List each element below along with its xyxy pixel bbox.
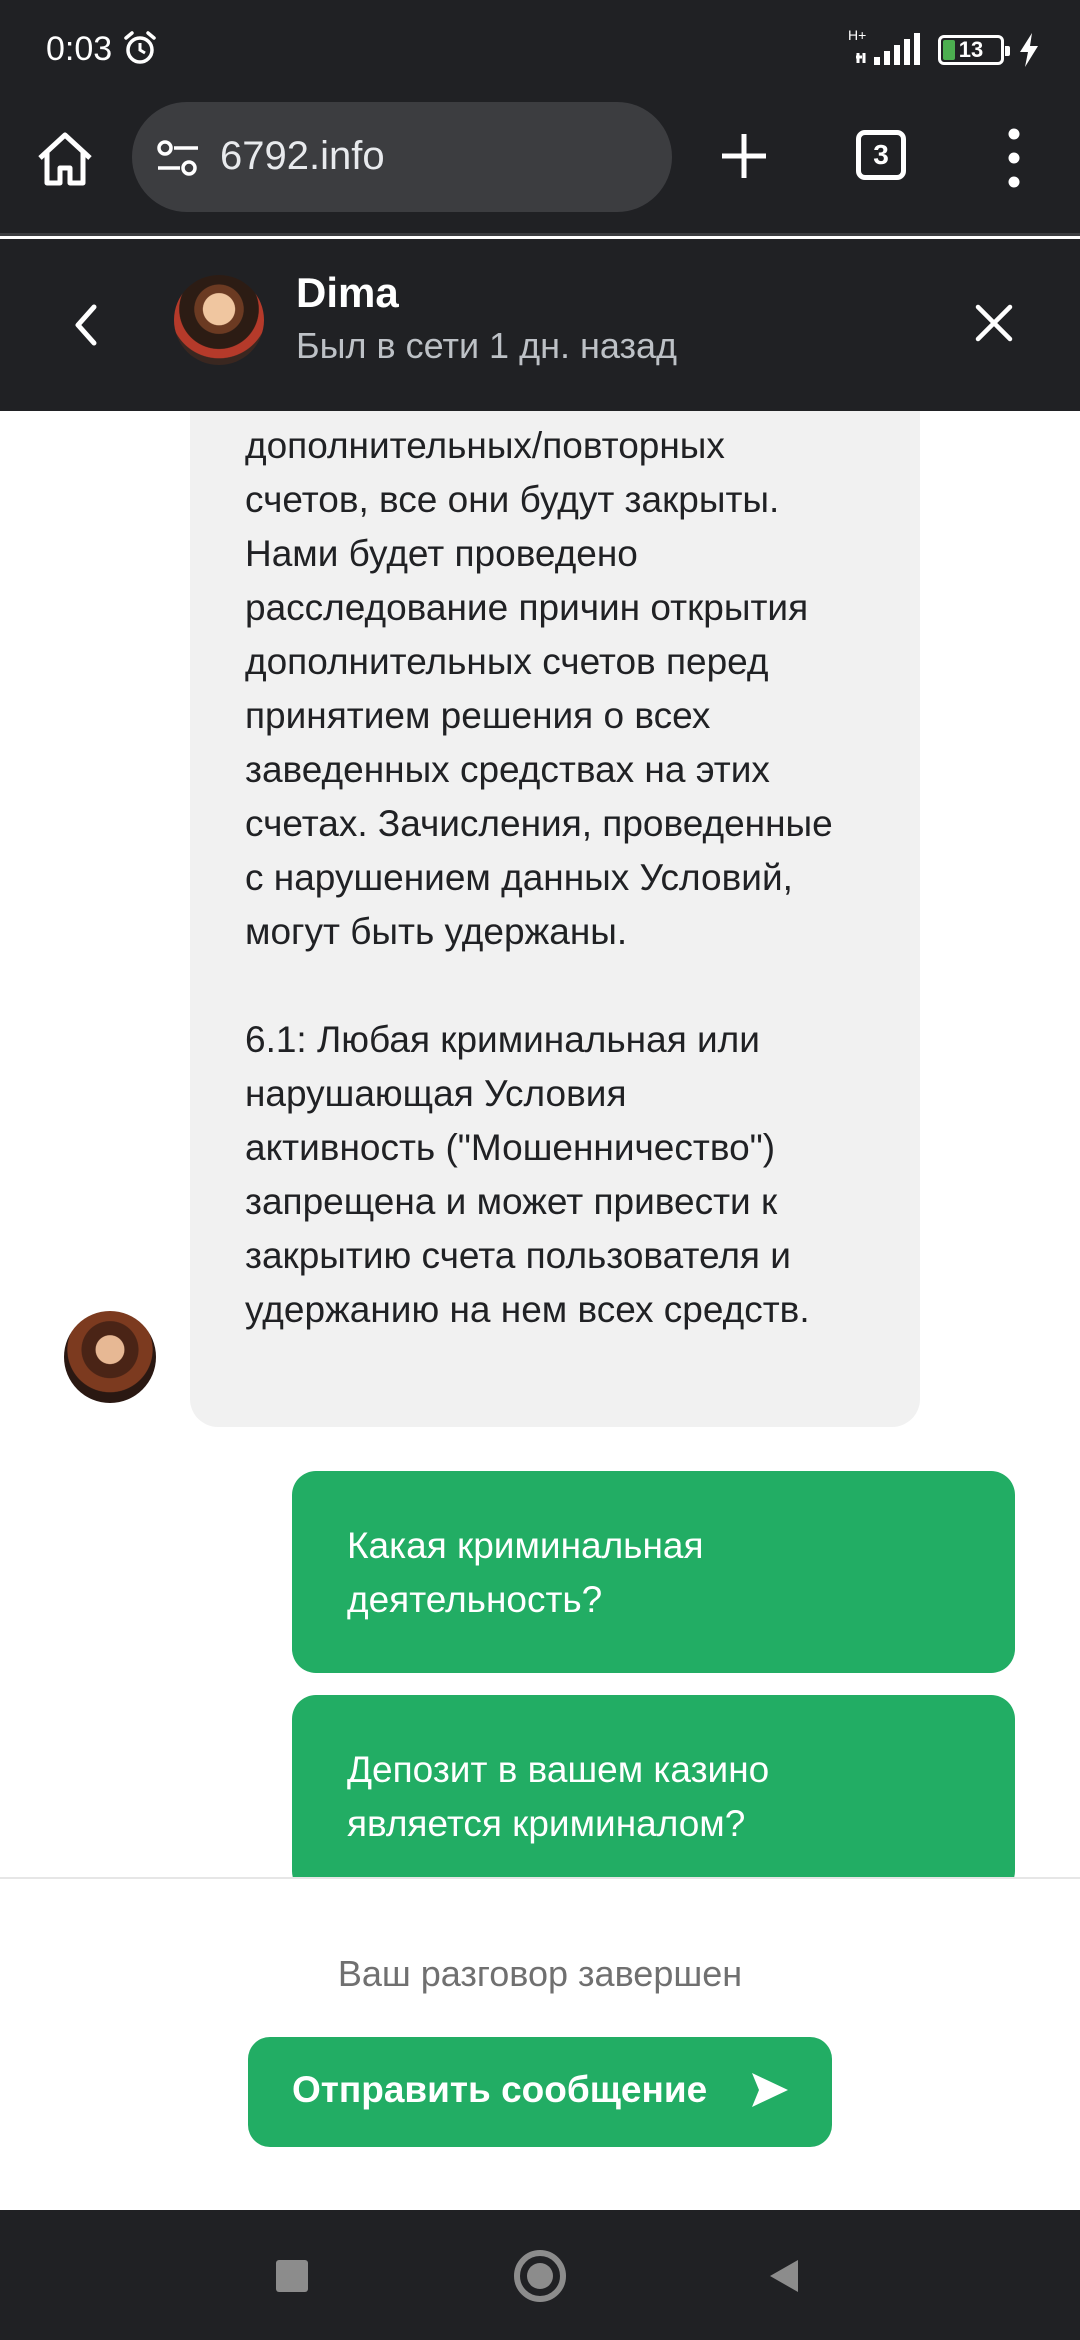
site-settings-icon[interactable] — [156, 138, 200, 178]
chat-footer: Ваш разговор завершен Отправить сообщени… — [0, 1877, 1080, 2210]
new-tab-icon[interactable] — [716, 128, 772, 184]
send-message-button[interactable]: Отправить сообщение — [248, 2037, 832, 2147]
browser-toolbar: 6792.info 3 — [0, 100, 1080, 236]
avatar — [174, 275, 264, 365]
status-bar: 0:03 H+ 13 — [0, 0, 1080, 100]
signal-icon: H+ — [848, 27, 924, 67]
more-vert-icon[interactable] — [1000, 126, 1028, 190]
chevron-left-icon[interactable] — [66, 297, 106, 353]
alarm-icon — [124, 31, 156, 64]
close-icon[interactable] — [972, 301, 1016, 345]
status-time: 0:03 — [46, 30, 113, 68]
status-indicators: H+ 13 — [848, 27, 1040, 70]
back-nav-icon[interactable] — [766, 2258, 802, 2294]
address-bar[interactable]: 6792.info — [132, 102, 672, 212]
incoming-message: дополнительных/повторных счетов, все они… — [190, 411, 920, 1427]
send-icon — [752, 2073, 788, 2107]
outgoing-message-text: Депозит в вашем казино является криминал… — [347, 1749, 770, 1844]
recents-icon[interactable] — [276, 2260, 308, 2292]
outgoing-message-text: Какая криминальная деятельность? — [347, 1525, 704, 1620]
conversation-ended-text: Ваш разговор завершен — [337, 1953, 743, 1994]
incoming-message-text: дополнительных/повторных счетов, все они… — [245, 425, 833, 1330]
tabs-icon[interactable]: 3 — [856, 130, 906, 180]
outgoing-message: Какая криминальная деятельность? — [292, 1471, 1015, 1673]
url-text[interactable]: 6792.info — [220, 134, 385, 179]
agent-avatar — [64, 1311, 156, 1403]
network-type: H+ — [848, 27, 867, 43]
system-nav-bar — [0, 2210, 1080, 2340]
charging-icon — [1020, 33, 1038, 67]
message-list[interactable]: дополнительных/повторных счетов, все они… — [0, 411, 1080, 1877]
home-nav-icon[interactable] — [514, 2250, 566, 2302]
send-message-label: Отправить сообщение — [292, 2069, 708, 2110]
outgoing-message: Депозит в вашем казино является криминал… — [292, 1695, 1015, 1877]
battery-level: 13 — [958, 37, 984, 62]
contact-status: Был в сети 1 дн. назад — [296, 325, 678, 366]
home-icon[interactable] — [34, 128, 96, 190]
battery-icon: 13 — [938, 35, 1010, 65]
chat-header: Dima Был в сети 1 дн. назад — [0, 239, 1080, 411]
contact-name: Dima — [296, 269, 399, 316]
